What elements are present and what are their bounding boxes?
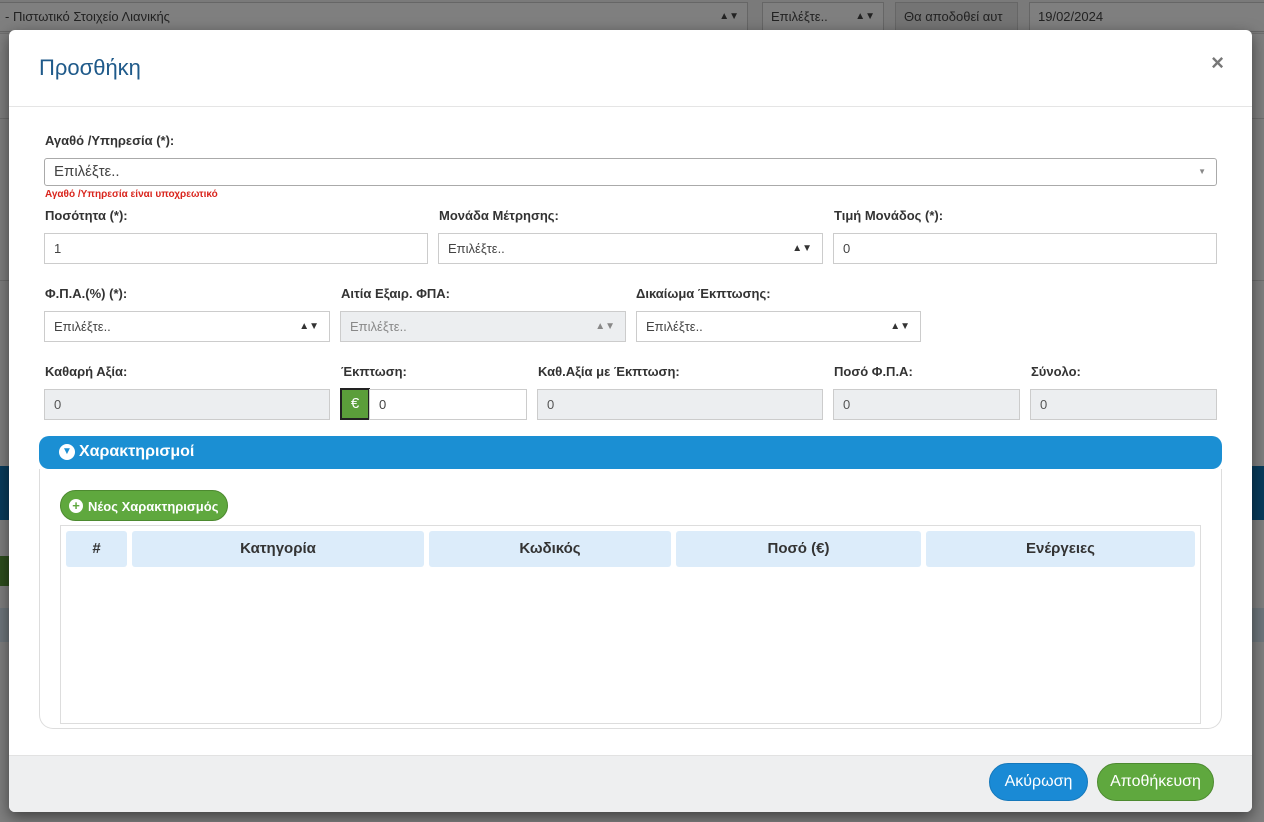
vat-label: Φ.Π.Α.(%) (*):	[45, 286, 128, 301]
total-field: 0	[1030, 389, 1217, 420]
save-button[interactable]: Αποθήκευση	[1097, 763, 1214, 801]
select-arrows-icon: ▲▼	[299, 321, 319, 332]
deduction-right-select[interactable]: Επιλέξτε.. ▲▼	[636, 311, 921, 342]
add-item-modal: Προσθήκη × Αγαθό /Υπηρεσία (*): Επιλέξτε…	[9, 30, 1252, 812]
product-error-message: Αγαθό /Υπηρεσία είναι υποχρεωτικό	[45, 189, 218, 200]
deduction-right-label: Δικαίωμα Έκπτωσης:	[636, 286, 771, 301]
net-after-discount-field: 0	[537, 389, 823, 420]
unit-price-input[interactable]: 0	[833, 233, 1217, 264]
discount-label: Έκπτωση:	[341, 364, 407, 379]
vat-amount-label: Ποσό Φ.Π.Α:	[834, 364, 913, 379]
product-select[interactable]: Επιλέξτε.. ▼	[44, 158, 1217, 186]
total-label: Σύνολο:	[1031, 364, 1081, 379]
vat-select[interactable]: Επιλέξτε.. ▲▼	[44, 311, 330, 342]
close-icon[interactable]: ×	[1211, 50, 1224, 76]
net-after-discount-label: Καθ.Αξία με Έκπτωση:	[538, 364, 680, 379]
modal-title: Προσθήκη	[39, 55, 141, 80]
net-value-label: Καθαρή Αξία:	[45, 364, 128, 379]
classifications-toggle[interactable]: ▼ Χαρακτηρισμοί	[39, 436, 1222, 469]
vat-amount-field: 0	[833, 389, 1020, 420]
product-label: Αγαθό /Υπηρεσία (*):	[45, 133, 175, 148]
quantity-label: Ποσότητα (*):	[45, 208, 128, 223]
net-value-field: 0	[44, 389, 330, 420]
vat-exemption-label: Αιτία Εξαιρ. ΦΠΑ:	[341, 286, 450, 301]
discount-input[interactable]: 0	[369, 389, 527, 420]
unit-label: Μονάδα Μέτρησης:	[439, 208, 559, 223]
classifications-title: Χαρακτηρισμοί	[79, 443, 195, 460]
select-arrows-icon: ▲▼	[595, 321, 615, 332]
cancel-button[interactable]: Ακύρωση	[989, 763, 1088, 801]
column-header-code: Κωδικός	[429, 531, 671, 567]
column-header-amount: Ποσό (€)	[676, 531, 921, 567]
vat-exemption-select[interactable]: Επιλέξτε.. ▲▼	[340, 311, 626, 342]
plus-circle-icon: +	[69, 499, 83, 513]
dropdown-caret-icon: ▼	[1198, 167, 1206, 176]
select-arrows-icon: ▲▼	[890, 321, 910, 332]
unit-price-label: Τιμή Μονάδος (*):	[834, 208, 944, 223]
classifications-table: # Κατηγορία Κωδικός Ποσό (€) Ενέργειες	[60, 525, 1201, 724]
chevron-down-icon: ▼	[59, 444, 75, 460]
column-header-index: #	[66, 531, 127, 567]
column-header-category: Κατηγορία	[132, 531, 424, 567]
column-header-actions: Ενέργειες	[926, 531, 1195, 567]
unit-select[interactable]: Επιλέξτε.. ▲▼	[438, 233, 823, 264]
quantity-input[interactable]: 1	[44, 233, 428, 264]
euro-currency-toggle[interactable]: €	[340, 388, 370, 420]
select-arrows-icon: ▲▼	[792, 243, 812, 254]
new-classification-button[interactable]: + Νέος Χαρακτηρισμός	[60, 490, 228, 521]
modal-header: Προσθήκη ×	[9, 30, 1252, 107]
